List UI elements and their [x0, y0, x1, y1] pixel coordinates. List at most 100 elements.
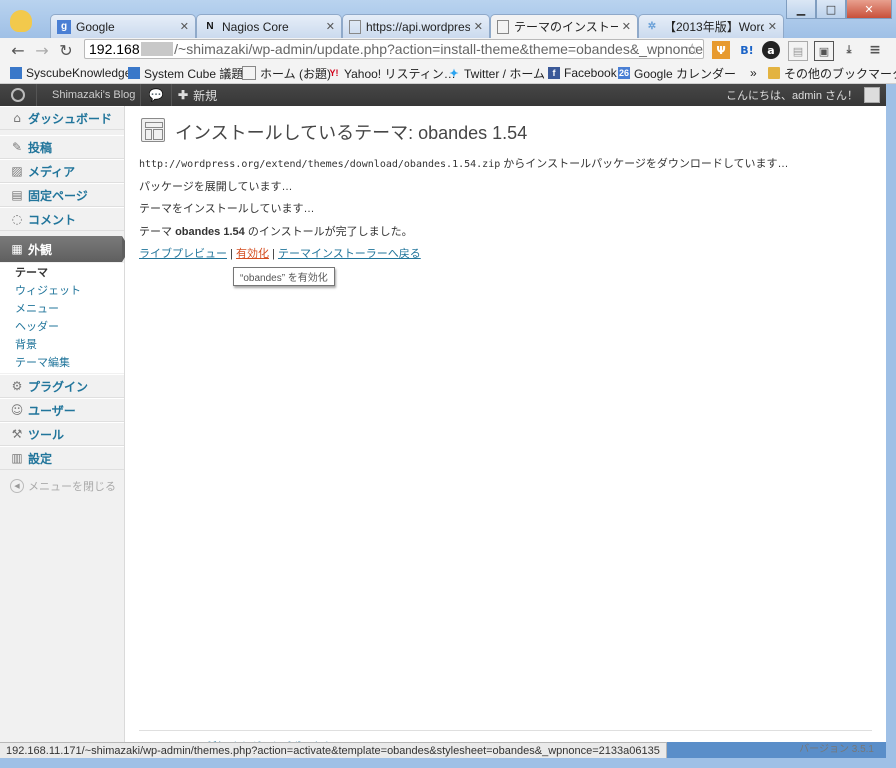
comment-bubble-icon[interactable]: 💬 — [140, 84, 172, 106]
menu-settings[interactable]: ▥ 設定 — [0, 446, 124, 470]
bookmark-google-calendar[interactable]: 26 Google カレンダー — [618, 65, 736, 81]
close-tab-icon[interactable]: ✕ — [474, 20, 483, 33]
menu-users[interactable]: ☺ ユーザー — [0, 398, 124, 422]
twitter-icon: ✦ — [449, 67, 459, 80]
activate-link[interactable]: 有効化 — [236, 248, 269, 260]
pages-icon: ▤ — [11, 188, 23, 202]
menu-media[interactable]: ▨ メディア — [0, 159, 124, 183]
tab-api-wordpress[interactable]: https://api.wordpress ✕ — [342, 14, 490, 38]
pushpin-icon: ✎ — [11, 140, 23, 154]
page-icon — [349, 19, 361, 34]
tab-nagios[interactable]: N Nagios Core ✕ — [196, 14, 342, 38]
page-icon — [497, 19, 509, 34]
bookmark-icon — [10, 67, 22, 79]
menu-appearance[interactable]: ▦ 外観 — [0, 236, 122, 262]
folder-icon — [768, 67, 780, 79]
back-icon[interactable]: ← — [8, 40, 28, 60]
bookmark-star-icon[interactable]: ☆ — [686, 40, 699, 58]
minimize-icon[interactable]: ▁ — [786, 0, 816, 19]
menu-plugins[interactable]: ⚙ プラグイン — [0, 374, 124, 398]
appearance-icon: ▦ — [11, 242, 23, 256]
close-tab-icon[interactable]: ✕ — [622, 20, 631, 33]
extension-icon[interactable]: ▤ — [788, 41, 808, 61]
submenu-theme-editor[interactable]: テーマ編集 — [0, 353, 124, 371]
bookmark-twitter[interactable]: ✦ Twitter / ホーム — [448, 65, 545, 81]
download-message: http://wordpress.org/extend/themes/downl… — [139, 158, 789, 170]
window-edge — [886, 84, 896, 758]
other-bookmarks[interactable]: その他のブックマーク — [768, 65, 896, 81]
bookmarks-overflow[interactable]: » — [750, 65, 757, 81]
download-url: http://wordpress.org/extend/themes/downl… — [139, 159, 501, 170]
appearance-submenu: テーマ ウィジェット メニュー ヘッダー 背景 テーマ編集 — [0, 263, 124, 373]
tab-wordpress-2013[interactable]: ✲ 【2013年版】WordPre ✕ — [638, 14, 784, 38]
calendar-icon: 26 — [618, 67, 630, 79]
settings-icon: ▥ — [11, 451, 23, 465]
comment-icon: ◌ — [11, 212, 23, 226]
menu-posts[interactable]: ✎ 投稿 — [0, 135, 124, 159]
wp-version: バージョン 3.5.1 — [799, 744, 874, 755]
google-icon: g — [57, 19, 71, 34]
hatena-bookmark-icon[interactable]: B! — [738, 41, 756, 59]
maximize-icon[interactable]: □ — [816, 0, 846, 19]
menu-dashboard[interactable]: ⌂ ダッシュボード — [0, 106, 124, 130]
submenu-header[interactable]: ヘッダー — [0, 317, 124, 335]
close-tab-icon[interactable]: ✕ — [180, 20, 189, 33]
menu-pages[interactable]: ▤ 固定ページ — [0, 183, 124, 207]
window-bottom-edge — [0, 758, 896, 768]
bookmark-syscube[interactable]: SyscubeKnowledge — [10, 65, 131, 81]
collapse-arrow-icon: ◀ — [10, 479, 24, 493]
users-icon: ☺ — [10, 403, 24, 417]
activate-tooltip: “obandes” を有効化 — [233, 267, 335, 286]
submenu-widgets[interactable]: ウィジェット — [0, 281, 124, 299]
bookmark-home[interactable]: ホーム (お題) — [242, 65, 331, 81]
collapse-menu-button[interactable]: ◀ メニューを閉じる — [10, 478, 116, 494]
installing-message: テーマをインストールしています… — [139, 203, 315, 215]
masked-address — [140, 42, 174, 56]
submenu-themes[interactable]: テーマ — [0, 263, 124, 281]
extension-icon[interactable]: ▣ — [814, 41, 834, 61]
unpacking-message: パッケージを展開しています… — [139, 181, 293, 193]
extension-icon[interactable]: Ψ — [712, 41, 730, 59]
plus-icon: ✚ — [178, 88, 189, 102]
wordpress-logo-icon[interactable] — [0, 84, 37, 106]
submenu-menus[interactable]: メニュー — [0, 299, 124, 317]
tab-theme-install[interactable]: テーマのインストール ✕ — [490, 14, 638, 38]
menu-tools[interactable]: ⚒ ツール — [0, 422, 124, 446]
dashboard-icon: ⌂ — [13, 111, 21, 125]
back-to-installer-link[interactable]: テーマインストーラーへ戻る — [278, 248, 421, 260]
page-icon — [242, 66, 256, 80]
live-preview-link[interactable]: ライブプレビュー — [139, 248, 227, 260]
bookmark-yahoo[interactable]: Y! Yahoo! リスティン… — [328, 65, 456, 81]
browser-logo-icon — [10, 10, 32, 32]
new-content-button[interactable]: ✚ 新規 — [178, 84, 217, 106]
loading-icon: ✲ — [647, 21, 657, 32]
bookmark-facebook[interactable]: f Facebook — [548, 65, 617, 81]
download-icon[interactable]: ⤓ — [840, 41, 858, 59]
media-icon: ▨ — [11, 164, 23, 178]
close-tab-icon[interactable]: ✕ — [326, 20, 335, 33]
reload-icon[interactable]: ↻ — [56, 40, 76, 60]
bookmark-icon — [128, 67, 140, 79]
account-menu[interactable]: こんにちは、admin さん！ — [726, 84, 880, 106]
appearance-page-icon — [141, 118, 165, 142]
extension-icon[interactable]: a — [762, 41, 780, 59]
nagios-icon: N — [206, 21, 214, 32]
menu-comments[interactable]: ◌ コメント — [0, 207, 124, 231]
yahoo-icon: Y! — [329, 68, 339, 78]
install-complete-message: テーマ obandes 1.54 のインストールが完了しました。 — [139, 226, 413, 238]
site-name-link[interactable]: Shimazaki's Blog — [40, 84, 148, 106]
close-window-icon[interactable]: ✕ — [846, 0, 892, 19]
bookmark-system-cube[interactable]: System Cube 議題 — [128, 65, 243, 81]
page-title: インストールしているテーマ: obandes 1.54 — [175, 123, 528, 143]
wp-admin-bar: Shimazaki's Blog 💬 ✚ 新規 こんにちは、admin さん！ — [0, 84, 886, 106]
browser-titlebar: g Google ✕ N Nagios Core ✕ https://api.w… — [0, 0, 896, 38]
menu-icon[interactable]: ≡ — [866, 41, 884, 59]
facebook-icon: f — [548, 67, 560, 79]
submenu-background[interactable]: 背景 — [0, 335, 124, 353]
tab-google[interactable]: g Google ✕ — [50, 14, 196, 38]
browser-toolbar: ← → ↻ 192.168/~shimazaki/wp-admin/update… — [0, 38, 896, 62]
address-bar[interactable]: 192.168/~shimazaki/wp-admin/update.php?a… — [84, 39, 704, 59]
close-tab-icon[interactable]: ✕ — [768, 20, 777, 33]
window-controls: ▁ □ ✕ — [786, 0, 892, 19]
forward-icon[interactable]: → — [32, 40, 52, 60]
